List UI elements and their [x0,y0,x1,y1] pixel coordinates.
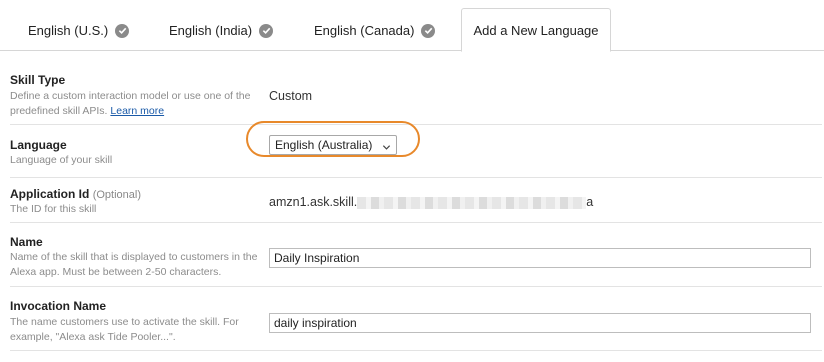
language-label: Language [10,138,67,152]
tab-english-india[interactable]: English (India) [169,10,274,51]
skill-type-value: Custom [269,89,313,103]
application-id-description: The ID for this skill [10,203,97,215]
tab-english-us[interactable]: English (U.S.) [28,10,130,51]
check-circle-icon [259,23,274,38]
check-circle-icon [421,23,436,38]
tab-add-new-language[interactable]: Add a New Language [461,8,611,52]
tab-label: English (India) [169,23,253,38]
language-select-value: English (Australia) [275,138,373,152]
learn-more-link[interactable]: Learn more [110,105,164,117]
redacted-block [357,196,587,209]
tab-label: English (U.S.) [28,23,109,38]
skill-type-label: Skill Type [10,73,66,87]
application-id-row: Application Id (Optional) The ID for thi… [10,178,822,223]
chevron-down-icon [382,141,391,155]
tab-label: Add a New Language [473,22,599,38]
language-tabs: English (U.S.) English (India) English (… [0,0,824,52]
name-input[interactable] [269,248,811,268]
tab-english-canada[interactable]: English (Canada) [314,10,436,51]
language-description: Language of your skill [10,154,113,166]
application-id-value: amzn1.ask.skill. a [269,195,594,209]
invocation-name-input[interactable] [269,313,811,333]
application-id-label: Application Id (Optional) [10,187,141,201]
language-row: Language Language of your skill English … [10,121,822,178]
skill-type-description: Define a custom interaction model or use… [10,90,251,117]
invocation-name-row: Invocation Name The name customers use t… [10,287,822,351]
tab-label: English (Canada) [314,23,415,38]
optional-tag: (Optional) [92,189,141,201]
invocation-name-description: The name customers use to activate the s… [10,316,239,343]
language-select[interactable]: English (Australia) [269,135,397,155]
name-description: Name of the skill that is displayed to c… [10,251,258,278]
skill-type-row: Skill Type Define a custom interaction m… [10,63,822,125]
name-row: Name Name of the skill that is displayed… [10,223,822,287]
check-circle-icon [115,23,130,38]
invocation-name-label: Invocation Name [10,299,107,313]
name-label: Name [10,235,43,249]
